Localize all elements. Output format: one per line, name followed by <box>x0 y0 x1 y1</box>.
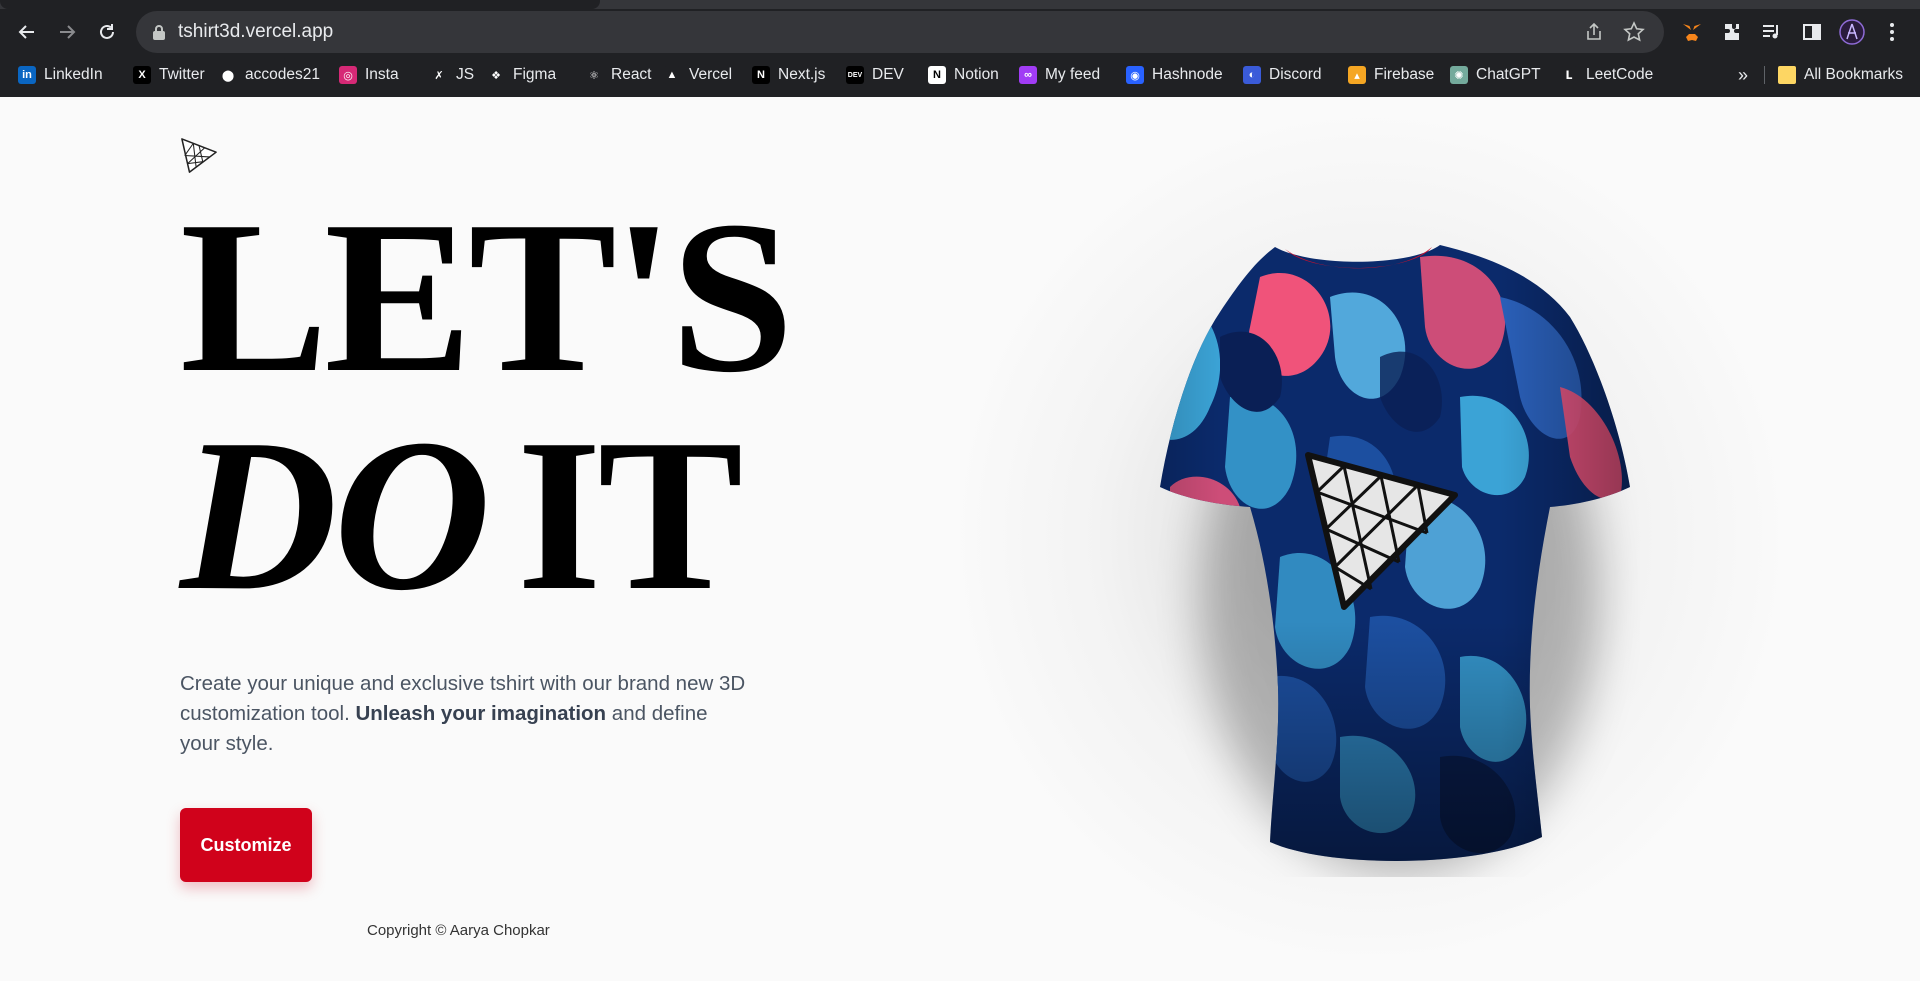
discord-icon: ◐ <box>1243 66 1261 84</box>
bookmark-leetcode[interactable]: ᒪ LeetCode <box>1560 62 1653 88</box>
more-vertical-icon[interactable] <box>1879 19 1905 45</box>
tab-strip <box>0 0 1920 9</box>
bookmark-label: ChatGPT <box>1476 66 1541 83</box>
media-control-icon[interactable] <box>1759 19 1785 45</box>
star-icon[interactable] <box>1622 20 1646 44</box>
url-text[interactable]: tshirt3d.vercel.app <box>178 21 333 43</box>
bookmark-discord[interactable]: ◐ Discord <box>1243 62 1322 88</box>
lock-icon <box>153 25 165 40</box>
headline-line-1: LET'S <box>180 177 794 418</box>
figma-icon: ❖ <box>487 66 505 84</box>
bookmark-label: React <box>611 66 652 83</box>
bookmark-insta[interactable]: ◎ Insta <box>339 62 399 88</box>
hero-page: LET'S DO IT Create your unique and exclus… <box>0 97 1920 981</box>
reload-icon <box>100 24 114 39</box>
hashnode-icon: ◉ <box>1126 66 1144 84</box>
bookmark-label: My feed <box>1045 66 1101 83</box>
triangle-logo-icon <box>181 138 217 173</box>
bookmark-dev[interactable]: DEV DEV <box>846 62 904 88</box>
bookmark-label: DEV <box>872 66 904 83</box>
copyright-text: Copyright © Aarya Chopkar <box>367 922 550 939</box>
instagram-icon: ◎ <box>339 66 357 84</box>
address-bar[interactable]: tshirt3d.vercel.app <box>136 11 1664 53</box>
x-icon: X <box>133 66 151 84</box>
customize-button[interactable]: Customize <box>180 808 312 882</box>
bookmark-label: Twitter <box>159 66 205 83</box>
js-icon: ✗ <box>430 66 448 84</box>
all-bookmarks-folder[interactable]: All Bookmarks <box>1778 62 1903 88</box>
description-emphasis: Unleash your imagination <box>355 702 607 725</box>
bookmark-hashnode[interactable]: ◉ Hashnode <box>1126 62 1223 88</box>
browser-toolbar: tshirt3d.vercel.app <box>0 9 1920 55</box>
vercel-icon: ▲ <box>663 66 681 84</box>
arrow-right-icon <box>60 25 76 39</box>
bookmark-label: Notion <box>954 66 999 83</box>
back-button[interactable] <box>13 18 41 46</box>
bookmark-label: Vercel <box>689 66 733 83</box>
all-bookmarks-label: All Bookmarks <box>1804 66 1904 83</box>
bookmark-firebase[interactable]: ▴ Firebase <box>1348 62 1434 88</box>
bookmark-next-js[interactable]: N Next.js <box>752 62 825 88</box>
bookmarks-divider <box>1764 66 1765 84</box>
bookmark-accodes21[interactable]: ⬤ accodes21 <box>219 62 320 88</box>
headline-line-2: DO IT <box>180 407 778 625</box>
hero-description: Create your unique and exclusive tshirt … <box>180 669 750 759</box>
headline-italic-word: DO <box>180 395 491 636</box>
chatgpt-icon: ✺ <box>1450 66 1468 84</box>
bookmark-label: Hashnode <box>1152 66 1223 83</box>
bookmark-js[interactable]: ✗ JS <box>430 62 474 88</box>
bookmark-react[interactable]: ⚛ React <box>585 62 652 88</box>
active-tab[interactable] <box>0 0 600 9</box>
chevron-double-right-icon: » <box>1738 64 1749 85</box>
firebase-icon: ▴ <box>1348 66 1366 84</box>
react-icon: ⚛ <box>585 66 603 84</box>
bookmark-label: accodes21 <box>245 66 320 83</box>
bookmark-label: LeetCode <box>1586 66 1654 83</box>
bookmark-linkedin[interactable]: in LinkedIn <box>18 62 103 88</box>
bookmark-notion[interactable]: N Notion <box>928 62 999 88</box>
notion-icon: N <box>928 66 946 84</box>
linkedin-icon: in <box>18 66 36 84</box>
github-icon: ⬤ <box>219 66 237 84</box>
nextjs-icon: N <box>752 66 770 84</box>
hero-headline: LET'S DO IT <box>180 189 794 625</box>
bookmark-vercel[interactable]: ▲ Vercel <box>663 62 732 88</box>
bookmark-label: Discord <box>1269 66 1322 83</box>
bookmark-chatgpt[interactable]: ✺ ChatGPT <box>1450 62 1541 88</box>
reload-button[interactable] <box>93 18 121 46</box>
bookmark-twitter[interactable]: X Twitter <box>133 62 205 88</box>
bookmark-label: Firebase <box>1374 66 1435 83</box>
bookmark-label: JS <box>456 66 475 83</box>
bookmark-label: Insta <box>365 66 399 83</box>
browser-chrome: tshirt3d.vercel.app » All Bookmarks in L… <box>0 0 1920 97</box>
profile-avatar[interactable] <box>1839 19 1865 45</box>
headline-rest-word: IT <box>516 395 743 636</box>
extensions-icon[interactable] <box>1719 19 1745 45</box>
arrow-left-icon <box>18 25 34 39</box>
bookmark-label: Figma <box>513 66 557 83</box>
bookmark-figma[interactable]: ❖ Figma <box>487 62 556 88</box>
forward-button[interactable] <box>53 18 81 46</box>
folder-icon <box>1778 66 1796 84</box>
daily-dev-icon: ∞ <box>1019 66 1037 84</box>
bookmarks-bar: » All Bookmarks in LinkedIn X Twitter ⬤ accod… <box>0 58 1920 92</box>
metamask-icon[interactable] <box>1679 19 1705 45</box>
leetcode-icon: ᒪ <box>1560 66 1578 84</box>
bookmark-my-feed[interactable]: ∞ My feed <box>1019 62 1100 88</box>
bookmark-label: LinkedIn <box>44 66 103 83</box>
share-icon[interactable] <box>1582 20 1606 44</box>
side-panel-icon[interactable] <box>1799 19 1825 45</box>
bookmark-label: Next.js <box>778 66 826 83</box>
bookmarks-overflow-button[interactable]: » <box>1738 62 1748 88</box>
dev-icon: DEV <box>846 66 864 84</box>
tshirt-3d-model[interactable] <box>1080 237 1640 877</box>
